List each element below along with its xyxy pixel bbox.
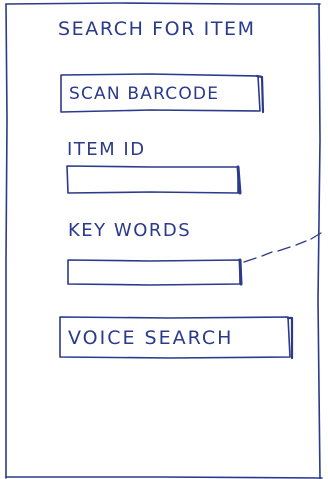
keywords-field[interactable] [69, 262, 249, 284]
frame-right-edge [317, 3, 321, 479]
keywords-annotation-dashes [243, 232, 322, 263]
keywords-label: KEY WORDS [68, 220, 192, 241]
scan-barcode-button[interactable]: SCAN BARCODE [65, 78, 257, 110]
item-id-field[interactable] [69, 169, 249, 193]
frame-left-edge [5, 3, 8, 479]
voice-search-button[interactable]: VOICE SEARCH [62, 319, 290, 357]
frame-bottom-edge [5, 476, 323, 479]
item-id-label: ITEM ID [67, 139, 146, 160]
frame-top-edge [5, 2, 321, 5]
page-title: SEARCH FOR ITEM [58, 18, 256, 40]
